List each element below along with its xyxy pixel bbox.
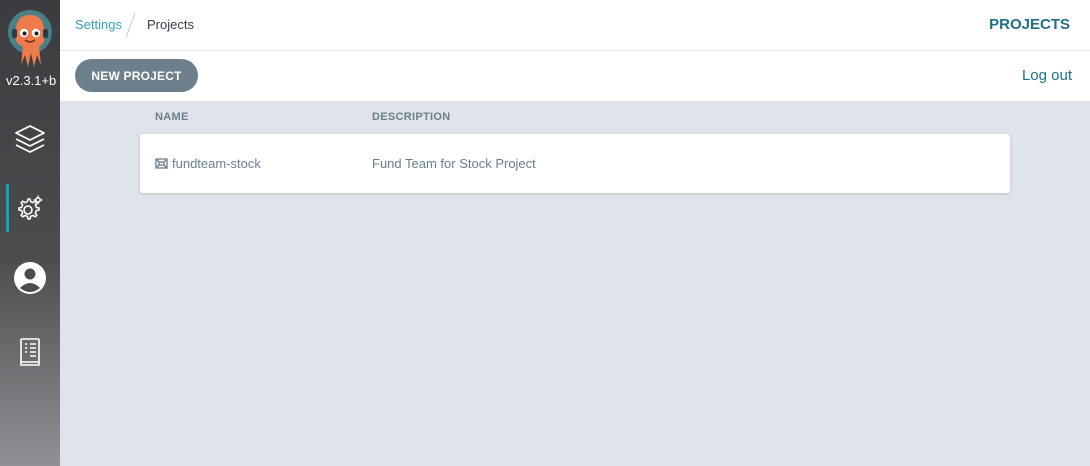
sidebar-item-user-info[interactable] bbox=[0, 252, 60, 304]
breadcrumb-settings-link[interactable]: Settings bbox=[75, 17, 122, 32]
gear-icon bbox=[15, 193, 45, 223]
breadcrumb-current: Projects bbox=[147, 17, 194, 32]
argo-logo[interactable] bbox=[7, 9, 53, 71]
book-icon bbox=[18, 337, 42, 367]
logout-link[interactable]: Log out bbox=[1022, 67, 1072, 84]
column-header-name: NAME bbox=[155, 111, 189, 123]
version-label: v2.3.1+b bbox=[6, 73, 57, 88]
project-description: Fund Team for Stock Project bbox=[372, 156, 536, 171]
toolbar: NEW PROJECT Log out bbox=[60, 51, 1090, 102]
user-icon bbox=[13, 261, 47, 295]
breadcrumb-separator bbox=[125, 12, 136, 38]
layers-icon bbox=[13, 122, 47, 156]
project-icon bbox=[155, 158, 168, 169]
sidebar: v2.3.1+b bbox=[0, 0, 60, 466]
page-title: PROJECTS bbox=[989, 16, 1070, 33]
new-project-button[interactable]: NEW PROJECT bbox=[75, 59, 198, 92]
column-header-description: DESCRIPTION bbox=[372, 111, 451, 123]
sidebar-item-documentation[interactable] bbox=[0, 326, 60, 378]
table-row[interactable]: fundteam-stock Fund Team for Stock Proje… bbox=[140, 134, 1010, 193]
sidebar-item-settings[interactable] bbox=[0, 182, 60, 234]
sidebar-item-applications[interactable] bbox=[0, 113, 60, 165]
project-name: fundteam-stock bbox=[172, 156, 261, 171]
top-bar: Settings Projects PROJECTS bbox=[60, 0, 1090, 51]
project-name-cell: fundteam-stock bbox=[155, 156, 261, 171]
